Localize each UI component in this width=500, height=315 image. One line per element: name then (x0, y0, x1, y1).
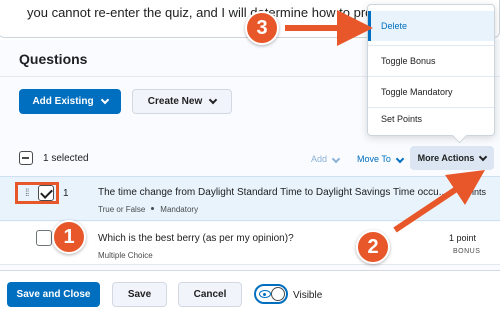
chevron-down-icon (395, 154, 405, 164)
chevron-down-icon (100, 95, 109, 105)
save-button[interactable]: Save (112, 282, 167, 307)
chevron-down-icon (208, 95, 218, 105)
bonus-badge: BONUS (453, 248, 481, 255)
move-to-link[interactable]: Move To (357, 154, 405, 164)
question-number: 1 (63, 188, 69, 199)
eye-icon (259, 290, 271, 298)
more-actions-menu: Delete Toggle Bonus Toggle Mandatory Set… (367, 4, 495, 136)
create-new-label: Create New (147, 96, 203, 107)
chevron-down-icon (479, 152, 488, 161)
more-actions-label: More Actions (417, 153, 475, 163)
visible-label: Visible (293, 290, 323, 301)
question-title[interactable]: Which is the best berry (as per my opini… (98, 233, 294, 244)
question-type: Multiple Choice (98, 251, 153, 260)
visibility-toggle[interactable] (254, 284, 288, 304)
section-title: Questions (19, 51, 88, 67)
menu-item-toggle-mandatory[interactable]: Toggle Mandatory (368, 77, 494, 107)
save-and-close-button[interactable]: Save and Close (7, 282, 100, 307)
add-link[interactable]: Add (311, 154, 341, 164)
question-title[interactable]: The time change from Daylight Standard T… (98, 187, 447, 198)
quiz-description-text: you cannot re-enter the quiz, and I will… (27, 5, 405, 20)
question-points: points (462, 187, 487, 197)
move-to-label: Move To (357, 154, 391, 164)
toggle-knob (271, 287, 285, 301)
separator-dot-icon (151, 207, 155, 211)
create-new-button[interactable]: Create New (132, 89, 232, 114)
question-checkbox[interactable] (36, 230, 52, 246)
annotation-highlight-box (15, 182, 59, 204)
menu-item-set-points[interactable]: Set Points (368, 104, 494, 134)
question-row[interactable] (0, 176, 500, 221)
callout-3: 3 (245, 11, 279, 45)
callout-2: 2 (356, 230, 390, 264)
question-points: 1 point (449, 233, 477, 243)
select-all-checkbox[interactable] (19, 151, 33, 165)
chevron-down-icon (331, 154, 341, 164)
add-existing-label: Add Existing (32, 96, 94, 107)
callout-1: 1 (52, 220, 86, 254)
selected-count: 1 selected (43, 153, 89, 164)
question-meta: True or False Mandatory (98, 205, 198, 214)
menu-item-toggle-bonus[interactable]: Toggle Bonus (368, 46, 494, 76)
cancel-button[interactable]: Cancel (178, 282, 242, 307)
question-type: True or False (98, 205, 146, 214)
mandatory-tag: Mandatory (160, 205, 199, 214)
more-actions-button[interactable]: More Actions (410, 146, 494, 170)
add-existing-button[interactable]: Add Existing (19, 89, 121, 114)
add-link-label: Add (311, 154, 328, 164)
menu-item-delete[interactable]: Delete (368, 11, 494, 41)
